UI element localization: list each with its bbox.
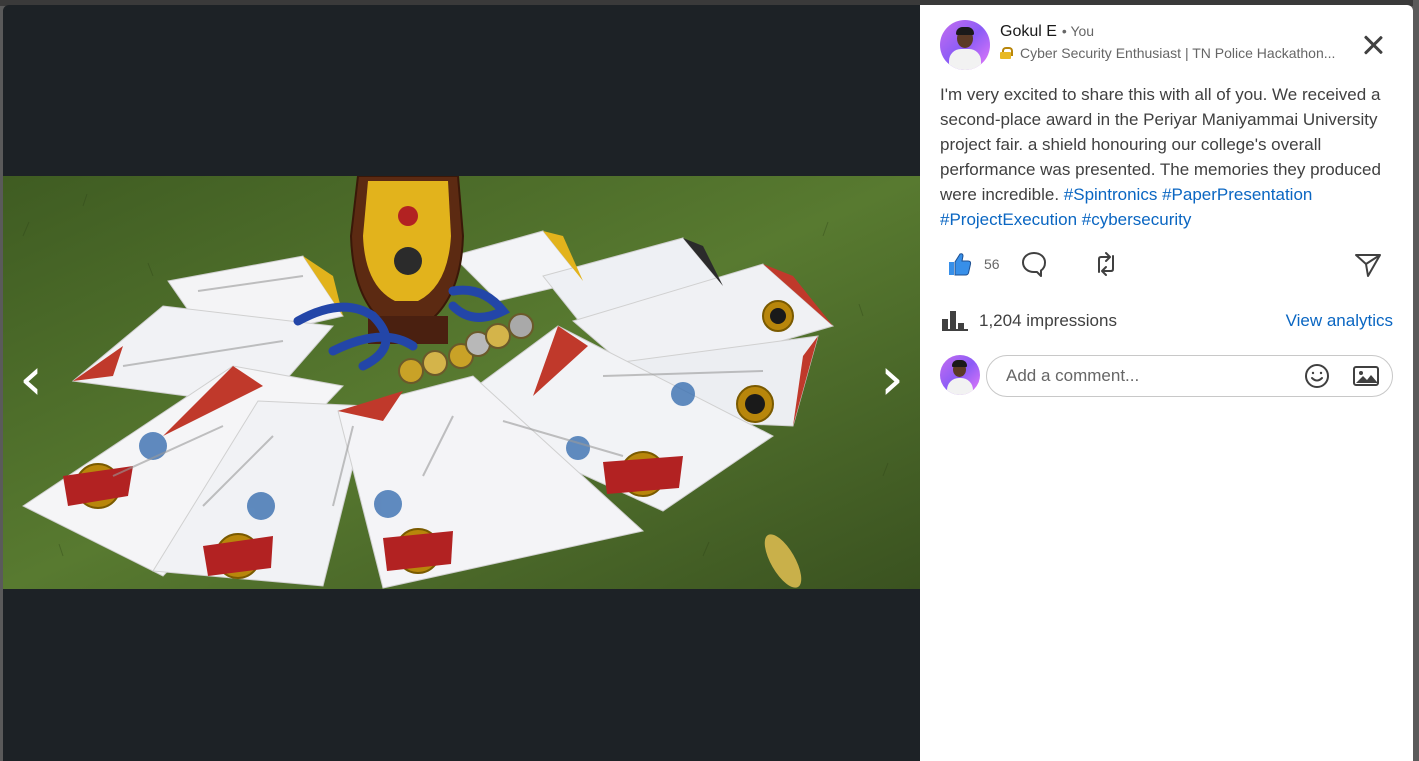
post-text: I'm very excited to share this with all … — [940, 82, 1390, 232]
lock-icon — [1000, 47, 1013, 59]
post-image — [3, 176, 920, 589]
author-headline: Cyber Security Enthusiast | TN Police Ha… — [1000, 45, 1350, 61]
social-actions: 56 — [940, 245, 1400, 285]
next-image-button[interactable]: › — [872, 349, 912, 409]
author-name[interactable]: Gokul E — [1000, 23, 1057, 41]
post-details-pane: Gokul E • You Cyber Security Enthusiast … — [920, 5, 1413, 761]
author-name-line: Gokul E • You — [1000, 23, 1355, 41]
avatar-hair — [956, 27, 974, 35]
author-relation: • You — [1061, 23, 1095, 39]
media-pane: ‹ › — [3, 5, 920, 761]
emoji-icon[interactable] — [1304, 363, 1330, 389]
avatar-body — [949, 49, 981, 70]
avatar-hair — [952, 360, 967, 367]
like-icon[interactable] — [945, 250, 973, 278]
avatar-body — [947, 378, 973, 395]
analytics-row: 1,204 impressions View analytics — [940, 305, 1400, 335]
send-icon[interactable] — [1354, 251, 1382, 279]
hashtag-link[interactable]: #ProjectExecution — [940, 210, 1077, 229]
post-modal: ‹ › Gokul E • You Cyber Security Enthusi… — [3, 5, 1413, 761]
repost-icon[interactable] — [1092, 250, 1120, 278]
view-analytics-link[interactable]: View analytics — [1286, 311, 1393, 331]
image-icon[interactable] — [1353, 363, 1379, 389]
comment-composer — [940, 355, 1400, 397]
like-count[interactable]: 56 — [984, 256, 1000, 272]
hashtag-link[interactable]: #cybersecurity — [1082, 210, 1192, 229]
analytics-icon — [942, 309, 968, 331]
comment-input[interactable] — [986, 355, 1393, 397]
author-meta: Gokul E • You Cyber Security Enthusiast … — [1000, 20, 1355, 72]
hashtag-link[interactable]: #PaperPresentation — [1162, 185, 1312, 204]
author-headline-text: Cyber Security Enthusiast | TN Police Ha… — [1020, 45, 1336, 61]
avatar[interactable] — [940, 20, 990, 70]
comment-icon[interactable] — [1020, 250, 1048, 278]
close-icon[interactable] — [1358, 30, 1388, 60]
window-edge — [1413, 0, 1419, 761]
previous-image-button[interactable]: ‹ — [11, 349, 51, 409]
impressions-count: 1,204 impressions — [979, 311, 1117, 330]
author-header: Gokul E • You Cyber Security Enthusiast … — [940, 20, 1400, 72]
certificates-photo — [3, 176, 920, 589]
avatar — [940, 355, 980, 395]
hashtag-link[interactable]: #Spintronics — [1064, 185, 1158, 204]
